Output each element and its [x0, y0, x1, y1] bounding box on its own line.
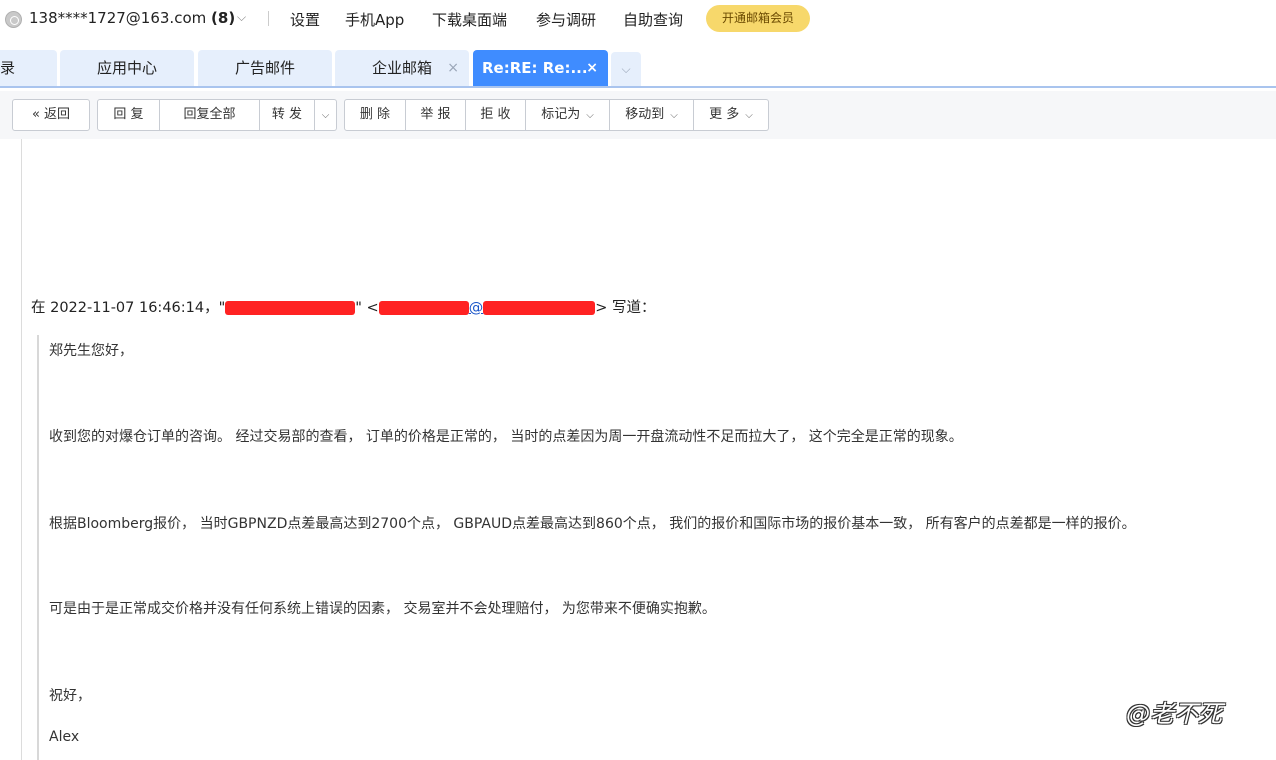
- more-dropdown[interactable]: 更 多 ⌵: [694, 99, 769, 131]
- report-button[interactable]: 举 报: [406, 99, 466, 131]
- quote-mid-text: " <: [355, 300, 379, 316]
- report-label: 举 报: [420, 107, 451, 122]
- double-chevron-left-icon: «: [31, 107, 40, 122]
- mail-toolbar: « 返回 回 复 回复全部 转 发 ⌵ 删 除 举 报 拒 收 标记为 ⌵ 移动到…: [0, 91, 1276, 139]
- sender-email-link[interactable]: @: [378, 300, 596, 316]
- tab-current-email[interactable]: Re:RE: Re:... ×: [473, 50, 608, 86]
- quote-header: 在 2022-11-07 16:46:14，" " < @ > 写道：: [31, 296, 655, 317]
- mobile-app-link[interactable]: 手机App: [345, 9, 404, 30]
- reply-all-label: 回复全部: [183, 107, 236, 122]
- reject-button[interactable]: 拒 收: [466, 99, 526, 131]
- survey-link[interactable]: 参与调研: [536, 9, 596, 30]
- quote-date-text: 在 2022-11-07 16:46:14，": [31, 300, 226, 316]
- account-avatar-icon[interactable]: [5, 11, 22, 28]
- watermark-text: @老不死: [1126, 700, 1222, 728]
- mark-as-label: 标记为: [541, 107, 581, 122]
- chevron-down-icon: ⌵: [586, 110, 594, 121]
- forward-button[interactable]: 转 发: [260, 99, 315, 131]
- self-service-link[interactable]: 自助查询: [623, 9, 683, 30]
- tab-label: 应用中心: [96, 59, 157, 77]
- tab-label: Re:RE: Re:...: [482, 59, 588, 77]
- tab-enterprise-mail[interactable]: 企业邮箱 ×: [335, 50, 469, 86]
- quote-suffix-text: > 写道：: [595, 300, 656, 316]
- account-email: 138****1727@163.com: [29, 9, 207, 27]
- tab-app-center[interactable]: 应用中心: [60, 50, 194, 86]
- tab-overflow-chevron-icon[interactable]: ⌵: [611, 52, 641, 86]
- redacted-email-domain: [483, 301, 596, 315]
- forward-dropdown[interactable]: ⌵: [315, 99, 337, 131]
- reject-label: 拒 收: [480, 107, 511, 122]
- mark-as-dropdown[interactable]: 标记为 ⌵: [526, 99, 610, 131]
- email-body: 在 2022-11-07 16:46:14，" " < @ > 写道： 郑先生您好， …: [0, 139, 1276, 760]
- content-divider: [21, 139, 22, 760]
- body-paragraph-3: 可是由于是正常成交价格并没有任何系统上错误的因素， 交易室并不会处理赔付， 为您…: [49, 601, 716, 617]
- body-paragraph-1: 收到您的对爆仓订单的咨询。 经过交易部的查看， 订单的价格是正常的， 当时的点差…: [49, 429, 963, 445]
- chevron-down-icon[interactable]: ⌵: [237, 10, 246, 25]
- close-icon[interactable]: ×: [586, 50, 598, 86]
- tab-bar: 录 应用中心 广告邮件 企业邮箱 × Re:RE: Re:... × ⌵: [0, 46, 1276, 88]
- tab-ad-mail[interactable]: 广告邮件: [198, 50, 332, 86]
- move-to-label: 移动到: [625, 107, 665, 122]
- redacted-email-local: [378, 301, 469, 315]
- move-to-dropdown[interactable]: 移动到 ⌵: [610, 99, 694, 131]
- chevron-down-icon: ⌵: [321, 110, 330, 121]
- divider: [268, 11, 269, 26]
- reply-all-button[interactable]: 回复全部: [160, 99, 260, 131]
- tab-label: 企业邮箱: [371, 59, 432, 77]
- tab-partial[interactable]: 录: [0, 50, 57, 86]
- chevron-down-icon: ⌵: [745, 110, 753, 121]
- email-at-sign: @: [468, 300, 484, 316]
- greeting-text: 郑先生您好，: [49, 343, 133, 359]
- top-bar: 138****1727@163.com (8) ⌵ 设置 手机App 下载桌面端…: [0, 0, 1276, 38]
- tab-label: 广告邮件: [234, 59, 295, 77]
- back-button[interactable]: « 返回: [12, 99, 90, 131]
- delete-button[interactable]: 删 除: [344, 99, 406, 131]
- forward-label: 转 发: [271, 107, 303, 122]
- closing-text: 祝好，: [49, 688, 91, 704]
- delete-label: 删 除: [359, 107, 391, 122]
- back-label: 返回: [44, 107, 71, 122]
- account-switcher[interactable]: 138****1727@163.com (8): [29, 9, 235, 27]
- quote-bar: [37, 335, 39, 760]
- more-label: 更 多: [709, 107, 740, 122]
- signature-text: Alex: [49, 729, 80, 745]
- reply-label: 回 复: [113, 107, 144, 122]
- chevron-down-icon: ⌵: [670, 110, 678, 121]
- tab-label: 录: [0, 59, 16, 77]
- download-desktop-link[interactable]: 下载桌面端: [432, 9, 507, 30]
- unread-count: (8): [211, 9, 236, 27]
- reply-button[interactable]: 回 复: [97, 99, 160, 131]
- settings-link[interactable]: 设置: [290, 9, 320, 30]
- vip-membership-button[interactable]: 开通邮箱会员: [706, 5, 810, 32]
- redacted-sender-name: [225, 301, 356, 315]
- body-paragraph-2: 根据Bloomberg报价， 当时GBPNZD点差最高达到2700个点， GBP…: [49, 516, 1136, 532]
- close-icon[interactable]: ×: [447, 50, 459, 86]
